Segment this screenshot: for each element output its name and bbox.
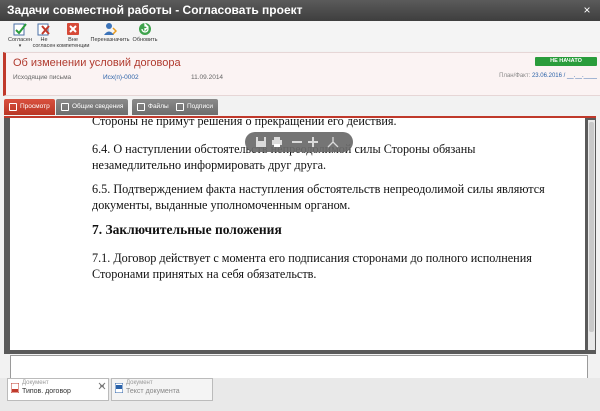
document-number[interactable]: Исх(п)-0002 bbox=[103, 74, 139, 81]
approve-button[interactable]: Согласен ▾ bbox=[8, 22, 32, 49]
scrollbar[interactable] bbox=[588, 120, 595, 350]
tab-strip: Просмотр Общие сведения Файлы Подписи bbox=[4, 99, 598, 117]
tab-preview[interactable]: Просмотр bbox=[4, 99, 55, 115]
bottom-tab-caption: Документ bbox=[22, 380, 49, 386]
document-title: Об изменении условий договора bbox=[13, 57, 181, 69]
print-icon[interactable] bbox=[271, 136, 283, 148]
out-of-competence-button[interactable]: Вне компетенции bbox=[56, 22, 90, 49]
bottom-tab-strip: Документ Типов. договор Документ Текст д… bbox=[0, 378, 600, 411]
document-icon bbox=[11, 383, 19, 393]
planfact: План/Факт: 23.06.2016 / __.__.____ bbox=[499, 73, 597, 79]
window-title: Задачи совместной работы - Согласовать п… bbox=[7, 3, 303, 17]
refresh-label: Обновить bbox=[132, 37, 158, 43]
document-date: 11.09.2014 bbox=[191, 74, 224, 81]
tab-label: Файлы bbox=[148, 103, 169, 110]
bottom-tab-caption: Документ bbox=[126, 380, 153, 386]
tab-general-info[interactable]: Общие сведения bbox=[56, 99, 129, 115]
reassign-button[interactable]: Переназначить bbox=[90, 22, 130, 43]
disagree-button[interactable]: Не согласен bbox=[32, 22, 56, 49]
bottom-tab-document-text[interactable]: Документ Текст документа bbox=[111, 378, 213, 401]
document-page: Стороны не примут решения о прекращении … bbox=[10, 118, 585, 350]
bottom-tab-name: Текст документа bbox=[126, 388, 180, 395]
info-icon bbox=[61, 103, 69, 111]
tab-label: Подписи bbox=[187, 103, 213, 110]
toolbar: Согласен ▾ Не согласен Вне компетенции П… bbox=[0, 21, 600, 51]
refresh-button[interactable]: Обновить bbox=[130, 22, 160, 43]
word-document-icon bbox=[115, 383, 123, 393]
out-of-competence-label: Вне компетенции bbox=[56, 37, 90, 49]
approve-icon bbox=[13, 23, 27, 36]
refresh-icon bbox=[139, 22, 151, 35]
close-icon[interactable]: × bbox=[580, 0, 594, 21]
zoom-in-icon[interactable] bbox=[307, 136, 319, 148]
reassign-label: Переназначить bbox=[90, 37, 130, 43]
tab-label: Просмотр bbox=[20, 103, 50, 110]
bottom-tab-contract[interactable]: Документ Типов. договор bbox=[7, 378, 109, 401]
tab-label: Общие сведения bbox=[72, 103, 124, 110]
preview-icon bbox=[9, 103, 17, 111]
section-heading: 7. Заключительные положения bbox=[92, 222, 282, 237]
document-header: Об изменении условий договора Исходящие … bbox=[3, 52, 600, 96]
files-icon bbox=[137, 103, 145, 111]
tab-signatures[interactable]: Подписи bbox=[171, 99, 218, 115]
chevron-down-icon[interactable]: ▾ bbox=[8, 43, 32, 49]
zoom-out-icon[interactable] bbox=[291, 136, 303, 148]
disagree-icon bbox=[37, 23, 50, 36]
signatures-icon bbox=[176, 103, 184, 111]
task-window: Задачи совместной работы - Согласовать п… bbox=[0, 0, 600, 411]
bottom-tab-name: Типов. договор bbox=[22, 388, 71, 395]
status-badge: НЕ НАЧАТО bbox=[535, 57, 597, 66]
planfact-value: 23.06.2016 / __.__.____ bbox=[531, 73, 597, 79]
pin-icon[interactable] bbox=[98, 382, 106, 390]
tab-files[interactable]: Файлы bbox=[132, 99, 174, 115]
pdf-toolbar bbox=[245, 132, 353, 152]
title-bar: Задачи совместной работы - Согласовать п… bbox=[0, 0, 600, 21]
reassign-icon bbox=[104, 23, 117, 35]
secondary-pane bbox=[10, 355, 588, 379]
document-category: Исходящие письма bbox=[13, 74, 72, 81]
out-of-competence-icon bbox=[67, 23, 79, 35]
document-viewer: Стороны не примут решения о прекращении … bbox=[4, 118, 596, 354]
paragraph-6-5: 6.5. Подтверждением факта наступления об… bbox=[92, 182, 545, 212]
save-icon[interactable] bbox=[255, 136, 267, 148]
fit-icon[interactable] bbox=[327, 136, 339, 148]
paragraph-previous: Стороны не примут решения о прекращении … bbox=[92, 118, 397, 128]
paragraph-7-1: 7.1. Договор действует с момента его под… bbox=[92, 251, 532, 281]
disagree-label: Не согласен bbox=[32, 37, 56, 49]
planfact-label: План/Факт: bbox=[499, 73, 531, 79]
scrollbar-thumb[interactable] bbox=[589, 122, 594, 332]
